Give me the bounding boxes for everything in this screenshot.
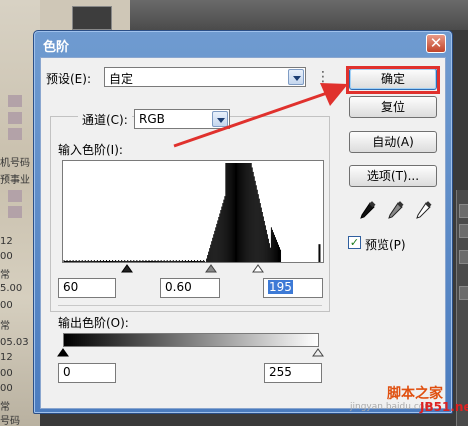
doc-line: 5.00 bbox=[0, 283, 23, 294]
title-bar[interactable]: 色阶 ✕ bbox=[34, 31, 452, 57]
input-gamma-value: 0.60 bbox=[165, 280, 192, 294]
input-slider-track[interactable] bbox=[60, 262, 330, 274]
gray-eyedropper-icon[interactable] bbox=[388, 201, 404, 219]
preset-value: 自定 bbox=[109, 72, 134, 86]
doc-line: 05.03 bbox=[0, 337, 29, 348]
panel-tile[interactable] bbox=[459, 204, 468, 218]
doc-line: 12 bbox=[0, 236, 13, 247]
check-icon: ✓ bbox=[349, 236, 360, 249]
doc-line: 常 bbox=[0, 270, 10, 281]
blurred-region bbox=[8, 112, 22, 124]
auto-button[interactable]: 自动(A) bbox=[349, 131, 437, 153]
preview-label: 预览(P) bbox=[365, 238, 406, 252]
input-black-slider[interactable] bbox=[121, 264, 133, 273]
eyedroppers bbox=[360, 201, 432, 219]
reset-button[interactable]: 复位 bbox=[349, 96, 437, 118]
histogram-chart bbox=[63, 163, 321, 262]
side-panel bbox=[456, 190, 468, 426]
input-white-slider[interactable] bbox=[252, 264, 264, 273]
output-black-field[interactable]: 0 bbox=[58, 363, 116, 383]
channel-label: 通道(C): bbox=[78, 111, 132, 128]
output-black-slider[interactable] bbox=[57, 348, 69, 357]
doc-line: 常 bbox=[0, 402, 10, 413]
blurred-region bbox=[8, 190, 22, 202]
doc-line: 预事业 bbox=[0, 175, 30, 186]
output-slider-track[interactable] bbox=[56, 346, 326, 358]
input-white-value: 195 bbox=[268, 280, 293, 294]
dialog-title: 色阶 bbox=[43, 40, 70, 55]
output-black-value: 0 bbox=[63, 365, 71, 379]
input-black-field[interactable]: 60 bbox=[58, 278, 116, 298]
options-button[interactable]: 选项(T)... bbox=[349, 165, 437, 187]
watermark-logo: JB51.net bbox=[420, 400, 468, 414]
doc-line: 号码 bbox=[0, 416, 20, 426]
output-white-value: 255 bbox=[269, 365, 292, 379]
doc-line: 00 bbox=[0, 383, 13, 394]
input-gamma-field[interactable]: 0.60 bbox=[160, 278, 220, 298]
white-eyedropper-icon[interactable] bbox=[416, 201, 432, 219]
input-levels-label: 输入色阶(I): bbox=[58, 143, 123, 157]
doc-line: 常 bbox=[0, 321, 10, 332]
workspace-frame bbox=[72, 6, 112, 30]
panel-tile[interactable] bbox=[459, 286, 468, 300]
close-icon: ✕ bbox=[429, 34, 443, 52]
blurred-region bbox=[8, 95, 22, 107]
histogram bbox=[62, 160, 324, 263]
panel-tile[interactable] bbox=[459, 224, 468, 238]
channel-value: RGB bbox=[139, 112, 165, 126]
doc-line: 机号码 bbox=[0, 158, 30, 169]
ok-button[interactable]: 确定 bbox=[349, 68, 437, 90]
input-black-value: 60 bbox=[63, 280, 79, 294]
input-gamma-slider[interactable] bbox=[205, 264, 217, 273]
close-button[interactable]: ✕ bbox=[426, 34, 446, 53]
output-white-slider[interactable] bbox=[312, 348, 324, 357]
input-white-field[interactable]: 195 bbox=[263, 278, 323, 298]
annotation-arrow bbox=[173, 83, 348, 148]
output-levels-label: 输出色阶(O): bbox=[58, 316, 129, 330]
doc-line: 00 bbox=[0, 251, 13, 262]
panel-tile[interactable] bbox=[459, 250, 468, 264]
doc-line: 12 bbox=[0, 352, 13, 363]
preview-checkbox[interactable]: ✓ bbox=[348, 236, 361, 249]
black-eyedropper-icon[interactable] bbox=[360, 201, 376, 219]
blurred-region bbox=[8, 206, 22, 218]
doc-line: 00 bbox=[0, 368, 13, 379]
arrow-shaft bbox=[173, 90, 331, 148]
divider bbox=[58, 305, 322, 306]
blurred-region bbox=[8, 128, 22, 140]
preset-label: 预设(E): bbox=[46, 72, 91, 86]
output-white-field[interactable]: 255 bbox=[264, 363, 322, 383]
output-gradient-bar bbox=[63, 333, 319, 347]
doc-line: 00 bbox=[0, 300, 13, 311]
